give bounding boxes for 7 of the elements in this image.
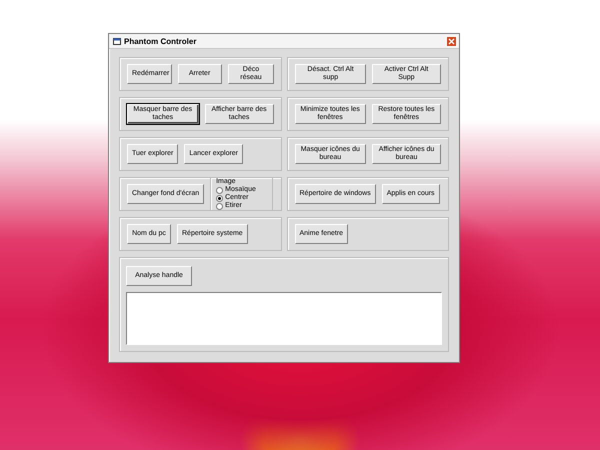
close-button[interactable]	[446, 36, 457, 46]
window-icon	[113, 38, 121, 44]
window-title: Phantom Controler	[124, 36, 198, 46]
output-field[interactable]	[126, 292, 442, 345]
radio-button[interactable]	[216, 202, 224, 210]
radio-button[interactable]	[216, 186, 224, 194]
radio-button[interactable]	[216, 194, 224, 202]
